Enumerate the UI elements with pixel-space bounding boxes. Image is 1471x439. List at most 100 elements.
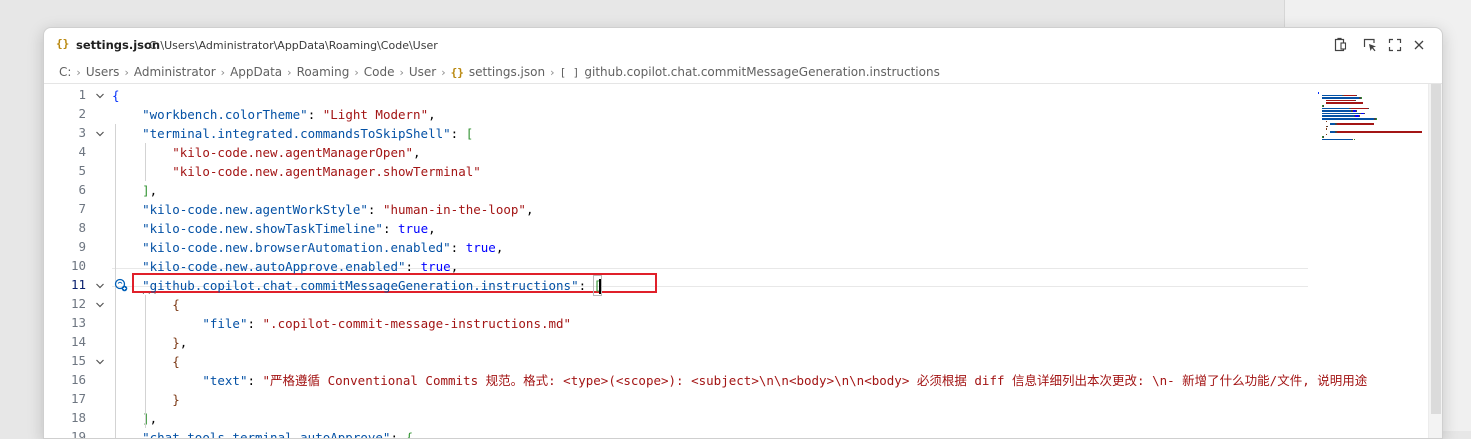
copy-button[interactable] [1329,34,1351,56]
breadcrumb-file[interactable]: settings.json [469,65,545,79]
code-token: : [450,126,466,141]
chevron-right-icon: › [354,65,359,79]
minimap-mark [1356,94,1358,97]
code-token: , [149,411,158,426]
code-token: ".copilot-commit-message-instructions.md… [262,316,572,331]
code-token: : [450,240,466,255]
title-bar: {} settings.json C:\Users\Administrator\… [44,28,1442,61]
code-token: , [413,145,421,160]
code-line[interactable]: "chat.tools.terminal.autoApprove": { [112,428,413,439]
code-line[interactable]: "kilo-code.new.browserAutomation.enabled… [112,238,503,257]
code-line[interactable]: ], [112,409,157,428]
breadcrumb-item[interactable]: C: [59,65,71,79]
chevron-down-icon[interactable] [94,128,106,140]
code-token: true [398,221,429,236]
minimap-mark [1318,92,1319,94]
code-token: { [172,297,180,312]
chevron-down-icon[interactable] [94,299,106,311]
line-number: 9 [78,239,86,254]
breadcrumb-item[interactable]: Code [364,65,395,79]
maximize-button[interactable] [1384,34,1406,56]
line-number: 17 [70,391,86,406]
breadcrumb-symbol[interactable]: github.copilot.chat.commitMessageGenerat… [584,65,939,79]
indent-guide [145,143,147,181]
breadcrumb-item[interactable]: Administrator [134,65,216,79]
json-file-icon: {} [56,37,70,50]
code-token: , [428,107,436,122]
minimap-mark [1322,94,1342,97]
line-number: 16 [70,372,86,387]
code-token: : [307,107,323,122]
code-token: : [390,430,406,439]
minimap-mark [1322,136,1324,138]
minimap-mark [1326,120,1327,123]
vertical-scrollbar[interactable] [1428,84,1442,438]
code-line[interactable]: "terminal.integrated.commandsToSkipShell… [112,124,473,143]
breadcrumb: C: › Users › Administrator › AppData › Roaming › C… [44,61,1442,83]
line-number: 6 [78,182,86,197]
code-token: "human-in-the-loop" [382,202,526,217]
code-token: : [405,259,421,274]
line-number: 18 [70,410,86,425]
window-file-name: settings.json [76,38,161,52]
code-token: : [382,221,398,236]
code-editor[interactable]: ··· 1{2 "workbench.colorTheme": "Light M… [44,83,1442,439]
code-token: ] [142,183,150,198]
code-line[interactable]: "file": ".copilot-commit-message-instruc… [112,314,571,333]
minimap-mark [1322,107,1349,110]
code-token: "text" [202,373,248,388]
code-line[interactable]: "github.copilot.chat.commitMessageGenera… [112,275,603,296]
minimap-mark [1376,118,1377,120]
code-token: "file" [202,316,248,331]
close-icon [1414,40,1424,50]
minimap-mark [1326,128,1327,130]
chevron-down-icon[interactable] [94,280,106,292]
code-line[interactable]: ], [112,181,157,200]
minimap-mark [1337,123,1375,125]
line-number: 15 [70,353,86,368]
code-token: true [465,240,496,255]
minimap-mark [1354,99,1356,102]
indent-guide [145,295,147,428]
breadcrumb-item[interactable]: User [409,65,436,79]
chevron-right-icon: › [441,65,446,79]
scrollbar-thumb[interactable] [1431,84,1441,414]
code-token: "kilo-code.new.autoApprove.enabled" [142,259,406,274]
line-number: 12 [70,296,86,311]
code-token: , [428,221,436,236]
code-line[interactable]: "kilo-code.new.autoApprove.enabled": tru… [112,257,458,276]
code-token: , [179,335,188,350]
code-token: : [247,373,263,388]
inspect-button[interactable] [1359,34,1381,56]
code-line[interactable]: "text": "严格遵循 Conventional Commits 规范。格式… [112,371,1367,390]
chevron-right-icon: › [550,65,555,79]
minimap-mark [1364,112,1366,115]
minimap-mark [1322,118,1375,120]
close-button[interactable] [1408,34,1430,56]
code-line[interactable]: }, [112,333,187,352]
code-line[interactable]: "kilo-code.new.agentWorkStyle": "human-i… [112,200,533,219]
code-line[interactable]: "workbench.colorTheme": "Light Modern", [112,105,436,124]
code-token: } [172,392,180,407]
chevron-right-icon: › [220,65,226,79]
code-line[interactable]: { [112,86,120,105]
chevron-down-icon[interactable] [94,356,106,368]
code-token: [ [465,126,474,141]
chevron-down-icon[interactable] [94,90,106,102]
minimap-mark [1358,115,1360,117]
breadcrumb-item[interactable]: Users [86,65,120,79]
line-number: 14 [70,334,86,349]
code-line[interactable]: "kilo-code.new.agentManager.showTerminal… [112,162,481,181]
minimap-mark [1322,110,1351,112]
line-number: 4 [78,144,86,159]
code-token: "workbench.colorTheme" [142,107,308,122]
code-line[interactable]: "kilo-code.new.showTaskTimeline": true, [112,219,436,238]
breadcrumb-item[interactable]: AppData [230,65,282,79]
line-number: 3 [78,125,86,140]
copilot-sparkle-icon[interactable] [114,278,128,292]
code-line[interactable]: "kilo-code.new.agentManagerOpen", [112,143,421,162]
minimap-mark [1326,133,1327,136]
minimap-mark [1326,99,1355,102]
code-token: , [450,259,459,274]
breadcrumb-item[interactable]: Roaming [297,65,350,79]
